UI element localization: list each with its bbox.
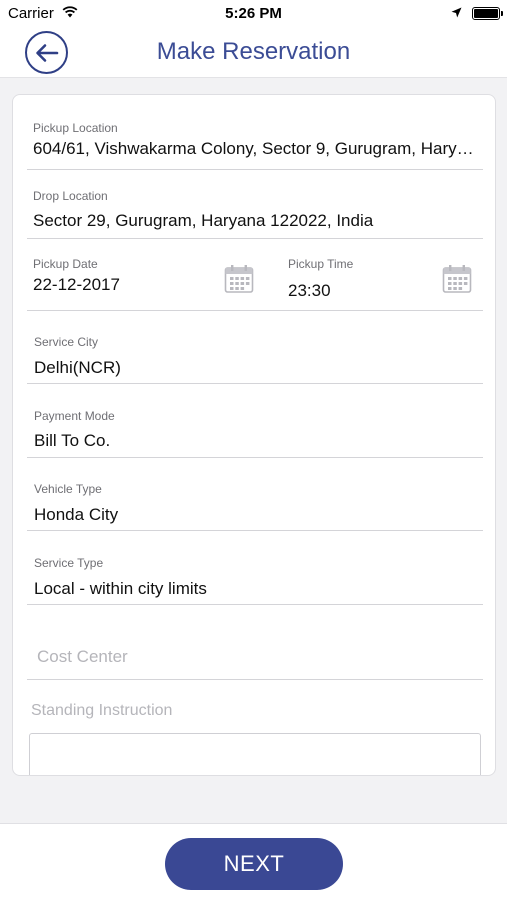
status-bar: Carrier 5:26 PM [0, 0, 507, 28]
reservation-form-card: Pickup Location 604/61, Vishwakarma Colo… [12, 94, 496, 776]
divider [27, 238, 483, 239]
pickup-date-value: 22-12-2017 [33, 275, 120, 294]
pickup-location-value: 604/61, Vishwakarma Colony, Sector 9, Gu… [33, 139, 483, 158]
divider [262, 310, 483, 311]
standing-instruction-label: Standing Instruction [31, 702, 173, 719]
divider [27, 530, 483, 531]
cost-center-placeholder: Cost Center [37, 647, 128, 666]
calendar-icon[interactable] [224, 264, 254, 294]
payment-mode-value: Bill To Co. [34, 431, 111, 450]
standing-instruction-label-wrap: Standing Instruction [31, 702, 471, 720]
drop-location-value: Sector 29, Gurugram, Haryana 122022, Ind… [33, 211, 374, 230]
divider [27, 679, 483, 680]
divider [27, 310, 262, 311]
payment-mode-label: Payment Mode [34, 409, 115, 423]
service-city-value: Delhi(NCR) [34, 358, 121, 377]
pickup-time-label: Pickup Time [288, 257, 354, 271]
pickup-time-field[interactable]: Pickup Time 23:30 [288, 257, 428, 301]
pickup-date-label: Pickup Date [33, 257, 98, 271]
drop-location-label: Drop Location [33, 189, 108, 203]
vehicle-type-value: Honda City [34, 505, 119, 524]
vehicle-type-label: Vehicle Type [34, 482, 102, 496]
service-city-label: Service City [34, 335, 99, 349]
drop-location-field[interactable]: Drop Location Sector 29, Gurugram, Harya… [33, 189, 483, 231]
service-type-label: Service Type [34, 556, 104, 570]
divider [27, 604, 483, 605]
divider [27, 169, 483, 170]
calendar-icon[interactable] [442, 264, 472, 294]
footer-bar: NEXT [0, 823, 507, 900]
service-city-field[interactable]: Service City Delhi(NCR) [34, 335, 484, 378]
page-title: Make Reservation [156, 38, 351, 65]
pickup-date-field[interactable]: Pickup Date 22-12-2017 [33, 257, 213, 295]
next-button[interactable]: NEXT [165, 838, 343, 890]
clock-time: 5:26 PM [225, 5, 282, 22]
standing-instruction-textarea[interactable] [29, 733, 481, 775]
service-type-field[interactable]: Service Type Local - within city limits [34, 556, 484, 599]
pickup-time-value: 23:30 [288, 281, 331, 300]
pickup-location-field[interactable]: Pickup Location 604/61, Vishwakarma Colo… [33, 121, 483, 159]
service-type-value: Local - within city limits [34, 579, 207, 598]
battery-icon [472, 7, 503, 20]
payment-mode-field[interactable]: Payment Mode Bill To Co. [34, 409, 484, 451]
divider [27, 457, 483, 458]
location-arrow-icon [451, 7, 462, 18]
divider [27, 383, 483, 384]
nav-bar: Make Reservation [0, 28, 507, 78]
pickup-location-label: Pickup Location [33, 121, 118, 135]
cost-center-input[interactable]: Cost Center [37, 647, 477, 667]
vehicle-type-field[interactable]: Vehicle Type Honda City [34, 482, 484, 525]
